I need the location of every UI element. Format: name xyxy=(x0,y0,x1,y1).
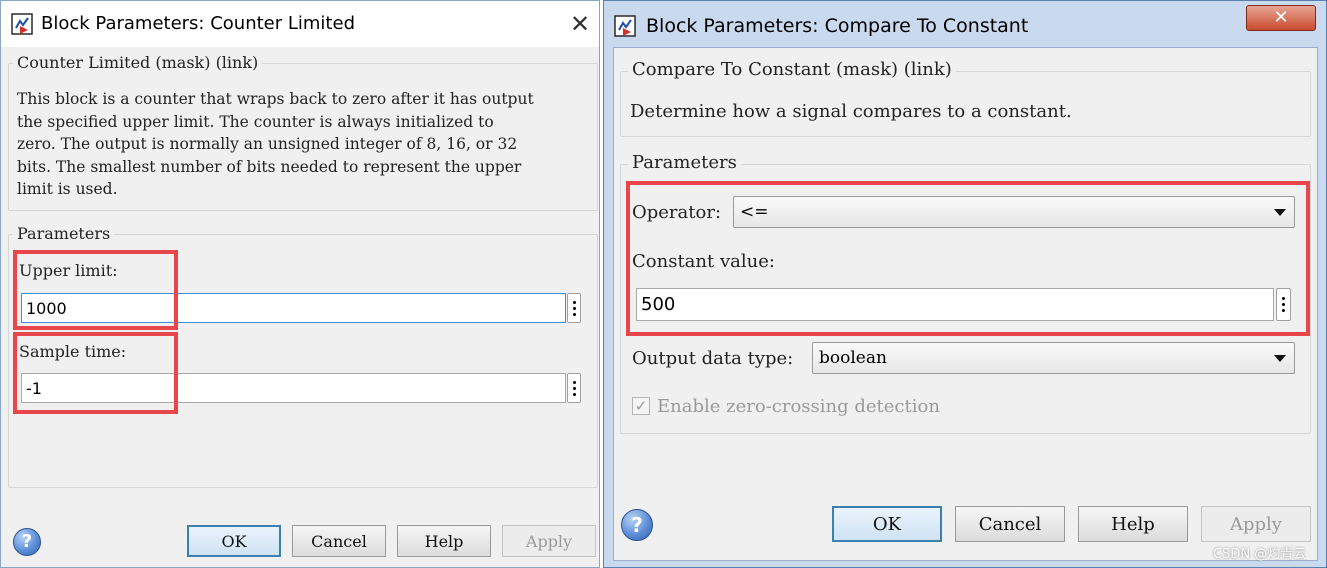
counter-limited-dialog: Block Parameters: Counter Limited ✕ Coun… xyxy=(0,0,600,568)
apply-button[interactable]: Apply xyxy=(1201,506,1311,542)
block-description: Determine how a signal compares to a con… xyxy=(630,101,1072,122)
output-data-type-select[interactable]: boolean xyxy=(812,342,1295,374)
ok-button[interactable]: OK xyxy=(832,506,942,542)
simulink-block-icon xyxy=(11,13,33,35)
help-icon[interactable]: ? xyxy=(13,528,41,556)
output-data-type-label: Output data type: xyxy=(632,348,794,369)
description-line: This block is a counter that wraps back … xyxy=(17,90,534,108)
help-button[interactable]: Help xyxy=(1078,506,1188,542)
compare-to-constant-dialog: Block Parameters: Compare To Constant ✕ … xyxy=(603,0,1327,568)
dialog-title: Block Parameters: Compare To Constant xyxy=(646,15,1029,37)
dialog-title: Block Parameters: Counter Limited xyxy=(41,13,355,34)
highlight-box xyxy=(13,250,178,330)
help-icon[interactable]: ? xyxy=(621,509,653,541)
ok-button[interactable]: OK xyxy=(187,525,281,557)
sample-time-more-button[interactable] xyxy=(567,373,581,403)
description-line: bits. The smallest number of bits needed… xyxy=(17,157,522,176)
highlight-box xyxy=(13,332,178,414)
upper-limit-more-button[interactable] xyxy=(567,293,581,323)
description-legend: Compare To Constant (mask) (link) xyxy=(628,59,956,80)
simulink-block-icon xyxy=(614,15,636,37)
description-line: zero. The output is normally an unsigned… xyxy=(17,135,518,154)
zero-crossing-label: Enable zero-crossing detection xyxy=(657,396,940,417)
parameters-legend: Parameters xyxy=(13,224,115,243)
close-icon[interactable]: ✕ xyxy=(1246,5,1316,31)
chevron-down-icon xyxy=(1274,355,1286,362)
block-description: This block is a counter that wraps back … xyxy=(17,88,592,201)
title-bar: Block Parameters: Counter Limited ✕ xyxy=(1,1,599,47)
help-button[interactable]: Help xyxy=(397,525,491,557)
cancel-button[interactable]: Cancel xyxy=(292,525,386,557)
cancel-button[interactable]: Cancel xyxy=(955,506,1065,542)
description-legend: Counter Limited (mask) (link) xyxy=(13,53,263,72)
watermark: CSDN @灼青云 xyxy=(1213,547,1307,562)
zero-crossing-checkbox[interactable]: ✓ xyxy=(632,397,650,415)
apply-button[interactable]: Apply xyxy=(502,525,596,557)
close-icon[interactable]: ✕ xyxy=(566,10,594,38)
description-line: limit is used. xyxy=(17,180,118,199)
parameters-legend: Parameters xyxy=(628,152,741,173)
description-line: the specified upper limit. The counter i… xyxy=(17,112,494,131)
output-data-type-value: boolean xyxy=(819,348,887,368)
highlight-box xyxy=(626,181,1310,336)
